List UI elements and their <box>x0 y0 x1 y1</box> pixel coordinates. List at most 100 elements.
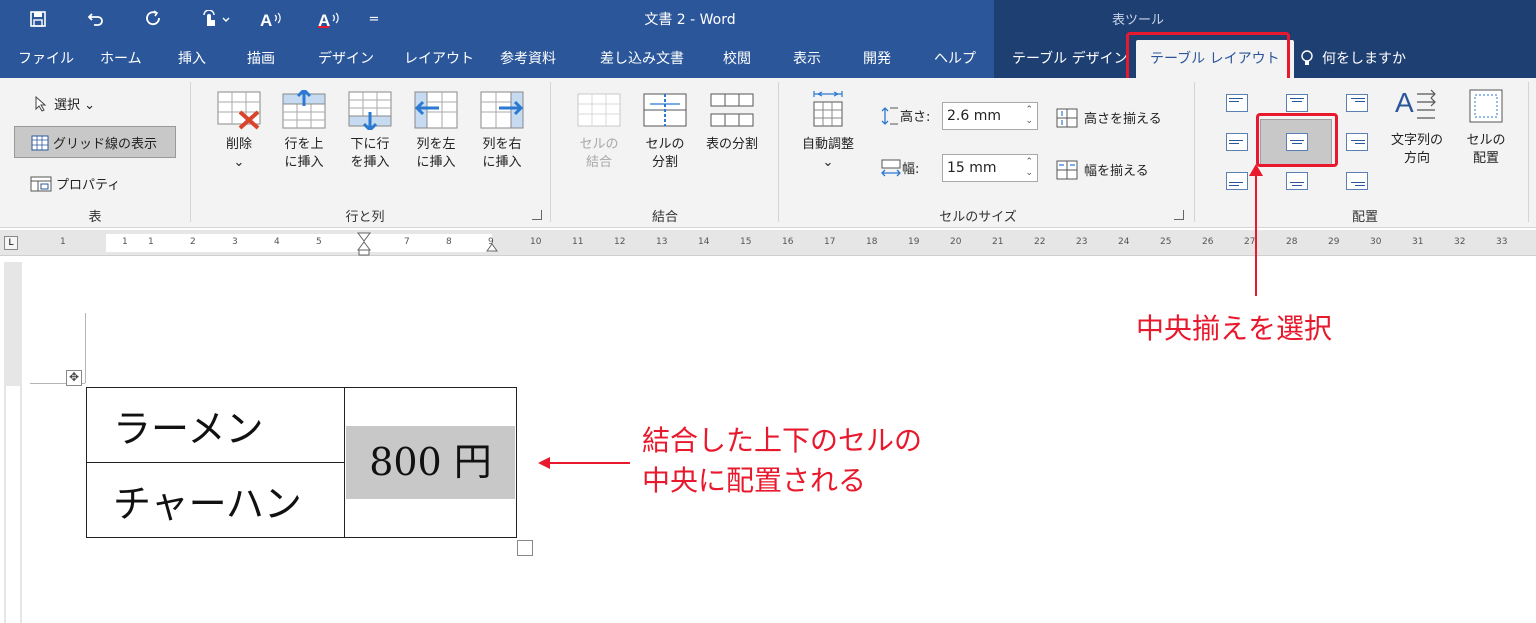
tab-developer[interactable]: 開発 <box>863 48 891 70</box>
insert-below-button[interactable]: 下に行 を挿入 <box>344 90 396 172</box>
ruler-tick-label: 27 <box>1244 237 1256 247</box>
read-aloud-icon[interactable]: A <box>254 7 290 31</box>
margin-crop-mark <box>85 313 86 383</box>
vertical-ruler[interactable] <box>4 262 22 623</box>
view-gridlines-button[interactable]: グリッド線の表示 <box>14 126 176 158</box>
insert-above-label-2: に挿入 <box>284 155 324 170</box>
properties-button[interactable]: プロパティ <box>30 174 120 193</box>
distribute-rows-label: 高さを揃える <box>1084 112 1162 127</box>
group-label-alignment: 配置 <box>1351 210 1378 225</box>
tab-selector-icon[interactable]: L <box>4 236 18 250</box>
insert-above-button[interactable]: 行を上 に挿入 <box>278 90 330 172</box>
group-separator <box>1528 82 1529 222</box>
align-bottom-left-icon[interactable] <box>1226 172 1248 190</box>
menu-table[interactable]: ラーメン 800 円 チャーハン <box>86 387 517 538</box>
insert-right-button[interactable]: 列を右 に挿入 <box>476 90 528 172</box>
split-label-2: 分割 <box>651 155 678 170</box>
ruler-tick-label: 1 <box>60 237 66 247</box>
customize-qat-icon[interactable]: = <box>364 7 384 31</box>
insert-right-label-1: 列を右 <box>482 137 522 152</box>
tab-layout[interactable]: レイアウト <box>404 48 474 70</box>
table-cell[interactable]: チャーハン <box>86 462 345 538</box>
spin-down-icon[interactable]: ⌄ <box>1025 116 1033 126</box>
tab-references[interactable]: 参考資料 <box>500 48 556 70</box>
cell-size-dialog-launcher[interactable] <box>1174 210 1184 220</box>
align-top-right-icon[interactable] <box>1346 94 1368 112</box>
align-bottom-right-icon[interactable] <box>1346 172 1368 190</box>
table-move-handle-icon[interactable]: ✥ <box>66 370 82 386</box>
tab-design[interactable]: デザイン <box>318 48 374 70</box>
read-aloud-red-icon[interactable]: A <box>312 7 348 31</box>
merge-cells-icon <box>577 93 621 127</box>
split-table-label: 表の分割 <box>705 137 758 152</box>
table-cell[interactable]: ラーメン <box>86 387 345 463</box>
annotation-arrow-line <box>1255 168 1257 296</box>
ruler-tick-label: 19 <box>908 237 920 247</box>
tab-review[interactable]: 校閲 <box>723 48 751 70</box>
distribute-rows-button[interactable]: 高さを揃える <box>1056 108 1162 128</box>
horizontal-ruler[interactable]: L 1 1 1 2 3 4 5 7 8 9 10 11 12 13 14 15 16 17 18 19 20 21 22 23… <box>0 230 1536 256</box>
ruler-tick-label: 11 <box>572 237 584 247</box>
align-top-left-icon[interactable] <box>1226 94 1248 112</box>
vertical-ruler-text-area <box>6 386 20 623</box>
delete-button[interactable]: 削除 ⌄ <box>214 90 264 172</box>
split-table-button[interactable]: 表の分割 <box>702 90 762 154</box>
width-label-text: 幅: <box>902 162 920 177</box>
distribute-columns-label: 幅を揃える <box>1084 164 1149 179</box>
tab-file[interactable]: ファイル <box>18 48 74 70</box>
column-width-icon <box>881 159 901 177</box>
align-center-right-icon[interactable] <box>1346 133 1368 151</box>
tab-help[interactable]: ヘルプ <box>934 48 976 70</box>
text-direction-label-2: 方向 <box>1403 151 1430 166</box>
tab-table-design[interactable]: テーブル デザイン <box>1012 48 1128 70</box>
group-label-cell-size: セルのサイズ <box>939 210 1017 225</box>
spin-up-icon[interactable]: ⌃ <box>1025 105 1033 115</box>
insert-row-above-icon <box>282 90 326 129</box>
merged-price-cell[interactable]: 800 円 <box>344 387 517 538</box>
gridlines-label: グリッド線の表示 <box>53 137 158 152</box>
ruler-tick-label: 1 <box>148 237 154 247</box>
cell-margins-button[interactable]: セルの 配置 <box>1458 86 1514 168</box>
tab-home[interactable]: ホーム <box>100 48 142 70</box>
spin-up-icon[interactable]: ⌃ <box>1025 157 1033 167</box>
select-button[interactable]: 選択 ⌄ <box>34 94 95 113</box>
indent-marker-icon[interactable] <box>357 232 371 256</box>
text-direction-button[interactable]: A 文字列の 方向 <box>1386 86 1448 168</box>
undo-icon[interactable] <box>82 7 110 31</box>
tab-mailings[interactable]: 差し込み文書 <box>600 48 684 70</box>
redo-icon[interactable] <box>140 7 168 31</box>
merge-cells-button[interactable]: セルの 結合 <box>574 90 624 172</box>
ruler-tick-label: 30 <box>1370 237 1382 247</box>
split-cells-button[interactable]: セルの 分割 <box>640 90 690 172</box>
rows-columns-dialog-launcher[interactable] <box>532 210 542 220</box>
ruler-tick-label: 28 <box>1286 237 1298 247</box>
distribute-columns-button[interactable]: 幅を揃える <box>1056 160 1149 180</box>
column-width-spinner[interactable]: 15 mm ⌃ ⌄ <box>942 154 1038 182</box>
insert-below-label-1: 下に行 <box>350 137 390 152</box>
ruler-tick-label: 29 <box>1328 237 1340 247</box>
touch-mode-icon[interactable] <box>194 7 238 31</box>
insert-below-label-2: を挿入 <box>350 155 390 170</box>
ruler-tick-label: 15 <box>740 237 752 247</box>
center-alignment-highlight <box>1256 113 1338 167</box>
autofit-button[interactable]: 自動調整 ⌄ <box>796 90 860 172</box>
tab-view[interactable]: 表示 <box>793 48 821 70</box>
align-center-left-icon[interactable] <box>1226 133 1248 151</box>
save-icon[interactable] <box>24 7 52 31</box>
row-height-spinner[interactable]: 2.6 mm ⌃ ⌄ <box>942 102 1038 130</box>
insert-left-button[interactable]: 列を左 に挿入 <box>410 90 462 172</box>
insert-column-right-icon <box>480 91 524 129</box>
ruler-tick-label: 1 <box>122 237 128 247</box>
tab-draw[interactable]: 描画 <box>247 48 275 70</box>
ruler-tick-label: 22 <box>1034 237 1046 247</box>
align-top-center-icon[interactable] <box>1286 94 1308 112</box>
table-resize-handle[interactable] <box>517 540 533 556</box>
svg-text:A: A <box>1395 87 1414 118</box>
delete-label: 削除 <box>225 137 252 152</box>
tell-me-search[interactable]: 何をしますか <box>1300 48 1406 70</box>
tab-insert[interactable]: 挿入 <box>178 48 206 70</box>
align-bottom-center-icon[interactable] <box>1286 172 1308 190</box>
window-title: 文書 2 - Word <box>644 12 736 28</box>
ruler-tick-label: 16 <box>782 237 794 247</box>
spin-down-icon[interactable]: ⌄ <box>1025 168 1033 178</box>
